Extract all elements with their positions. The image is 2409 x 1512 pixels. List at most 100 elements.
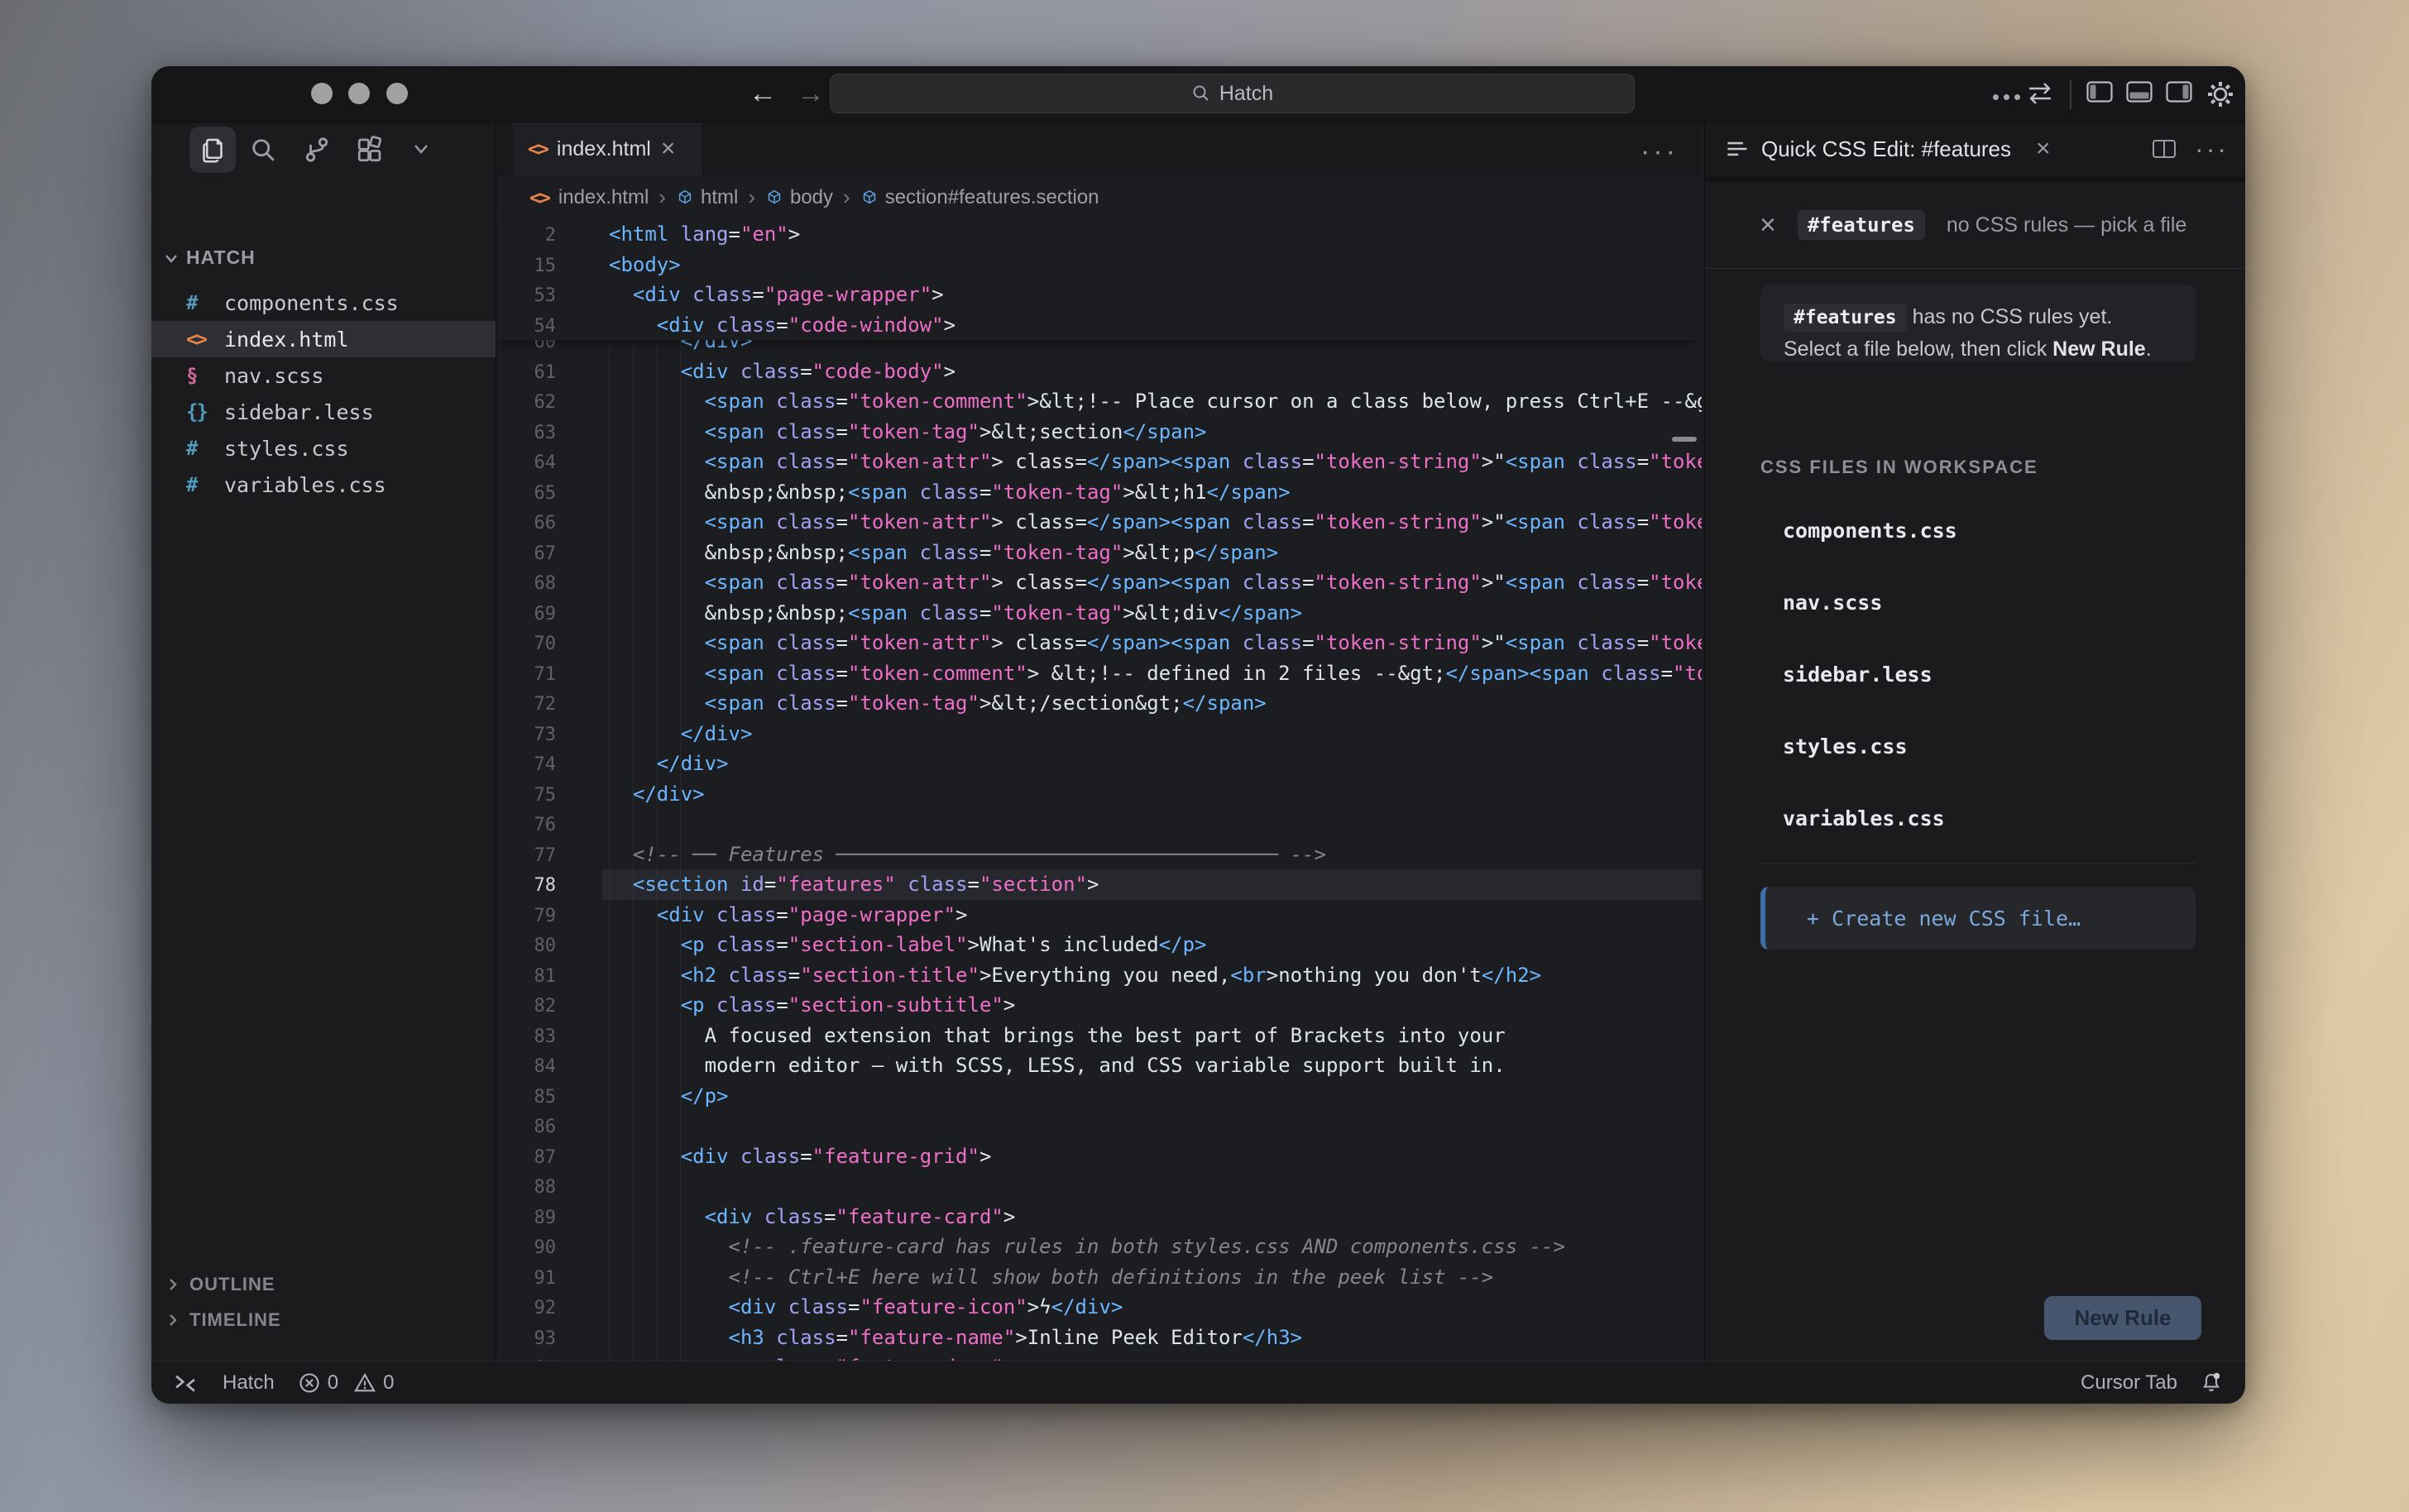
file-item-nav-scss[interactable]: §nav.scss [151,357,496,394]
code-line-80[interactable]: 80 <p class="section-label">What's inclu… [496,930,1702,960]
settings-gear-icon[interactable] [2205,79,2235,109]
code-line-88[interactable]: 88 [496,1171,1702,1202]
code-line-74[interactable]: 74 </div> [496,749,1702,779]
code-line-76[interactable]: 76 [496,809,1702,840]
create-css-file-button[interactable]: + Create new CSS file… [1760,887,2196,950]
breadcrumb-html[interactable]: html [676,186,738,209]
code-line-79[interactable]: 79 <div class="page-wrapper"> [496,900,1702,931]
back-arrow-icon[interactable]: ← [749,78,777,110]
code-line-90[interactable]: 90 <!-- .feature-card has rules in both … [496,1232,1702,1262]
code-line-83[interactable]: 83 A focused extension that brings the b… [496,1021,1702,1051]
panel-css-file-sidebar-less[interactable]: sidebar.less [1705,639,2245,711]
close-traffic-light[interactable] [311,83,333,104]
code-line-84[interactable]: 84 modern editor — with SCSS, LESS, and … [496,1050,1702,1081]
code-line-64[interactable]: 64 <span class="token-attr"> class=</spa… [496,447,1702,477]
code-line-54[interactable]: 54 <div class="code-window"> [496,310,1702,341]
file-item-variables-css[interactable]: #variables.css [151,467,496,503]
tab-index-html[interactable]: <> index.html × [513,122,703,175]
code-viewport[interactable]: 60 </div>61 <div class="code-body">62 <s… [496,340,1702,1361]
forward-arrow-icon[interactable]: → [797,78,825,110]
panel-css-file-nav-scss[interactable]: nav.scss [1705,567,2245,639]
sync-arrows-icon[interactable] [2026,81,2054,106]
code-line-78[interactable]: 78 <section id="features" class="section… [496,869,1702,900]
extensions-icon[interactable] [355,135,385,165]
code-line-85[interactable]: 85 </p> [496,1081,1702,1112]
line-number: 81 [496,962,556,993]
panel-css-file-styles-css[interactable]: styles.css [1705,711,2245,782]
code-line-65[interactable]: 65 &nbsp;&nbsp;<span class="token-tag">&… [496,477,1702,508]
code-line-69[interactable]: 69 &nbsp;&nbsp;<span class="token-tag">&… [496,598,1702,629]
line-content: <div class="feature-icon">ϟ</div> [609,1295,1123,1318]
code-line-62[interactable]: 62 <span class="token-comment">&lt;!-- P… [496,386,1702,417]
code-line-91[interactable]: 91 <!-- Ctrl+E here will show both defin… [496,1262,1702,1293]
code-line-89[interactable]: 89 <div class="feature-card"> [496,1202,1702,1232]
clear-selector-icon[interactable]: × [1760,211,1776,239]
notifications-bell-icon[interactable] [2199,1371,2224,1395]
minimize-traffic-light[interactable] [348,83,370,104]
panel-css-file-variables-css[interactable]: variables.css [1705,782,2245,854]
code-line-70[interactable]: 70 <span class="token-attr"> class=</spa… [496,628,1702,658]
panel-tab[interactable]: Quick CSS Edit: #features × [1725,122,2051,175]
code-line-92[interactable]: 92 <div class="feature-icon">ϟ</div> [496,1292,1702,1323]
project-root-label: HATCH [186,246,256,269]
explorer-files-icon[interactable] [198,135,227,165]
more-actions-icon[interactable] [1990,89,2023,104]
file-item-styles-css[interactable]: #styles.css [151,430,496,467]
split-editor-icon[interactable] [2152,139,2177,159]
code-line-86[interactable]: 86 [496,1111,1702,1141]
line-content: <!-- .feature-card has rules in both sty… [609,1235,1565,1258]
remote-indicator-icon[interactable] [171,1371,199,1395]
chevron-down-icon[interactable] [409,141,433,157]
code-line-75[interactable]: 75 </div> [496,779,1702,810]
toggle-right-sidebar-icon[interactable] [2166,81,2192,103]
breadcrumb-file[interactable]: index.html [558,186,649,209]
code-line-72[interactable]: 72 <span class="token-tag">&lt;/section&… [496,688,1702,719]
line-number: 68 [496,569,556,600]
line-number: 92 [496,1294,556,1324]
code-line-87[interactable]: 87 <div class="feature-grid"> [496,1141,1702,1172]
zoom-traffic-light[interactable] [386,83,408,104]
code-line-15[interactable]: 15<body> [496,250,1702,280]
cursor-tab-label[interactable]: Cursor Tab [2081,1371,2177,1395]
problems-indicator[interactable]: 0 0 [298,1371,395,1395]
search-activity-icon[interactable] [248,135,278,165]
code-line-77[interactable]: 77 <!-- ── Features ────────────────────… [496,840,1702,870]
line-number: 93 [496,1324,556,1355]
code-line-73[interactable]: 73 </div> [496,719,1702,749]
outline-section[interactable]: OUTLINE [151,1266,496,1302]
code-line-63[interactable]: 63 <span class="token-tag">&lt;section</… [496,417,1702,447]
code-line-53[interactable]: 53 <div class="page-wrapper"> [496,280,1702,310]
sticky-scroll-lines[interactable]: 2<html lang="en">15<body>53 <div class="… [496,219,1702,340]
code-line-60[interactable]: 60 </div> [496,340,1702,356]
command-search-input[interactable]: Hatch [830,74,1635,113]
toggle-left-sidebar-icon[interactable] [2086,81,2113,103]
code-line-81[interactable]: 81 <h2 class="section-title">Everything … [496,960,1702,991]
code-line-68[interactable]: 68 <span class="token-attr"> class=</spa… [496,567,1702,598]
new-rule-button[interactable]: New Rule [2044,1296,2201,1340]
panel-css-file-components-css[interactable]: components.css [1705,495,2245,567]
file-item-index-html[interactable]: <>index.html [151,321,496,357]
code-line-94[interactable]: 94 <p class="feature-desc"> [496,1352,1702,1361]
status-host-label[interactable]: Hatch [223,1371,275,1395]
toggle-bottom-panel-icon[interactable] [2126,81,2153,103]
panel-tab-close-icon[interactable]: × [2036,136,2051,161]
source-control-icon[interactable] [302,135,332,165]
code-line-67[interactable]: 67 &nbsp;&nbsp;<span class="token-tag">&… [496,538,1702,568]
scrollbar-mark[interactable] [1672,437,1697,442]
file-item-sidebar-less[interactable]: {}sidebar.less [151,394,496,430]
code-line-71[interactable]: 71 <span class="token-comment"> &lt;!-- … [496,658,1702,689]
line-content: <!-- ── Features ───────────────────────… [609,843,1326,866]
tab-close-icon[interactable]: × [661,136,676,161]
breadcrumb-section[interactable]: section#features.section [860,186,1099,209]
breadcrumb-body[interactable]: body [765,186,833,209]
project-root-header[interactable]: HATCH [163,246,256,269]
code-line-82[interactable]: 82 <p class="section-subtitle"> [496,990,1702,1021]
timeline-section[interactable]: TIMELINE [151,1302,496,1337]
code-line-66[interactable]: 66 <span class="token-attr"> class=</spa… [496,507,1702,538]
code-line-61[interactable]: 61 <div class="code-body"> [496,356,1702,387]
panel-more-actions-icon[interactable]: ··· [2195,134,2229,165]
editor-more-actions-icon[interactable]: ··· [1640,136,1679,168]
code-line-2[interactable]: 2<html lang="en"> [496,219,1702,250]
file-item-components-css[interactable]: #components.css [151,285,496,321]
code-line-93[interactable]: 93 <h3 class="feature-name">Inline Peek … [496,1323,1702,1353]
